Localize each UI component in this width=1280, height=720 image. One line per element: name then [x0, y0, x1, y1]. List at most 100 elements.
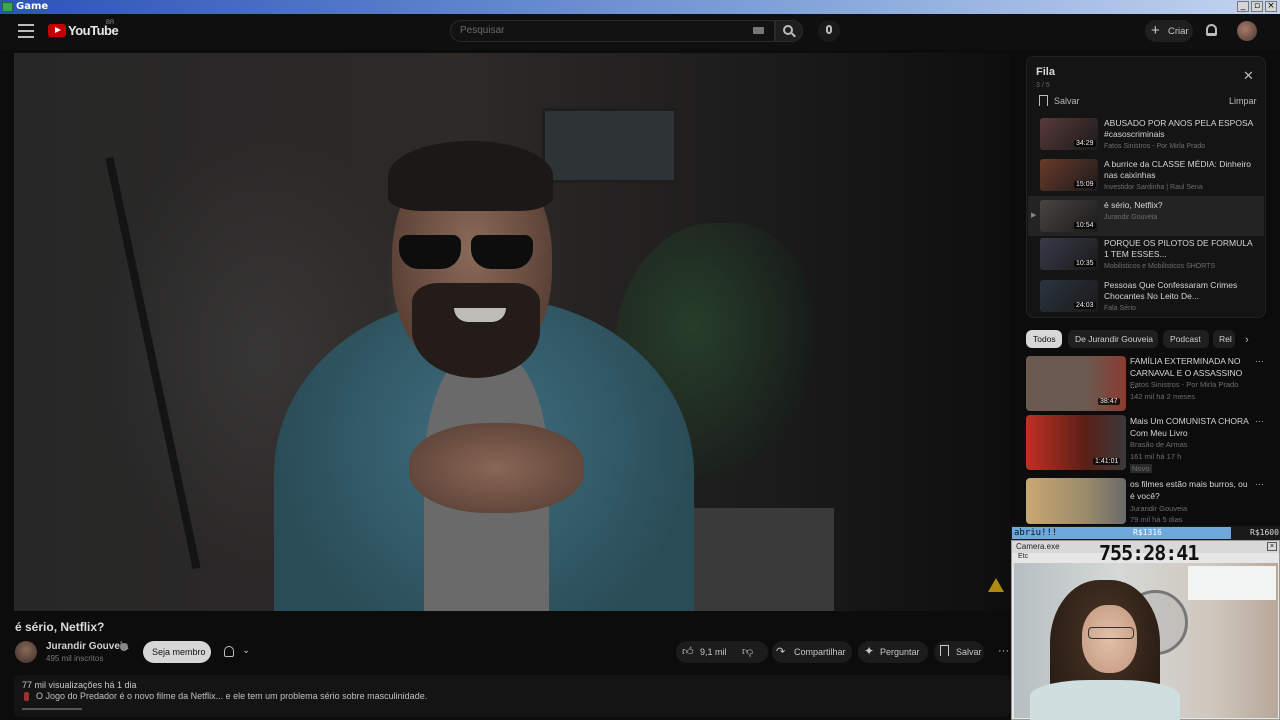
- channel-name[interactable]: Jurandir Gouveia: [46, 641, 128, 652]
- stream-timer: 755:28:41: [1099, 541, 1199, 565]
- chip-label: Todos: [1033, 334, 1056, 344]
- queue-duration: 10:35: [1074, 260, 1096, 267]
- queue-item-channel: Fala Sério: [1104, 305, 1136, 312]
- window-titlebar: [0, 0, 1280, 14]
- like-icon[interactable]: 👍︎: [682, 645, 694, 658]
- queue-duration: 34:29: [1074, 140, 1096, 147]
- queue-item-title: PORQUE OS PILOTOS DE FORMULA 1 TEM ESSES…: [1104, 238, 1253, 259]
- more-vert-icon[interactable]: ⋯: [1255, 479, 1264, 490]
- minimize-button[interactable]: _: [1237, 1, 1249, 12]
- ask-label: Perguntar: [880, 647, 920, 657]
- video-person-hair: [388, 141, 553, 211]
- join-member-label: Seja membro: [152, 647, 206, 657]
- chevron-right-icon[interactable]: ›: [1245, 334, 1249, 346]
- new-badge: Novo: [1130, 464, 1152, 473]
- plus-icon: +: [1151, 22, 1160, 39]
- recommendation-title[interactable]: Mais Um COMUNISTA CHORA Com Meu Livro: [1130, 415, 1250, 439]
- recommendation-duration: 1:41:01: [1093, 458, 1121, 465]
- recommendation-channel[interactable]: Brasão de Armas: [1130, 440, 1188, 449]
- bookmark-icon: [940, 645, 949, 656]
- queue-count: 3 / 5: [1036, 82, 1050, 89]
- user-avatar[interactable]: [1237, 21, 1257, 41]
- play-triangle-icon: [55, 27, 61, 33]
- queue-duration: 10:54: [1074, 222, 1096, 229]
- logo-country-code: BR: [106, 20, 115, 26]
- dislike-icon[interactable]: 👎︎: [742, 645, 753, 658]
- camera-title: Camera.exe: [1016, 542, 1060, 551]
- webcam-person-shirt: [1030, 680, 1180, 720]
- recommendation-meta: 79 mil há 5 dias: [1130, 515, 1183, 524]
- queue-item-title: A burrice da CLASSE MÉDIA: Dinheiro nas …: [1104, 159, 1251, 180]
- queue-item[interactable]: 10:35 PORQUE OS PILOTOS DE FORMULA 1 TEM…: [1028, 234, 1264, 274]
- queue-item[interactable]: 34:29 ABUSADO POR ANOS PELA ESPOSA #caso…: [1028, 114, 1264, 154]
- notifications-bell-icon[interactable]: [1206, 24, 1217, 36]
- video-person-hands: [409, 423, 584, 513]
- close-icon[interactable]: ✕: [1243, 68, 1254, 84]
- queue-duration: 24:03: [1074, 302, 1096, 309]
- camera-menu[interactable]: Etc: [1018, 553, 1028, 560]
- queue-item[interactable]: 15:09 A burrice da CLASSE MÉDIA: Dinheir…: [1028, 155, 1264, 195]
- description-text: O Jogo do Predador é o novo filme da Net…: [36, 691, 428, 701]
- recommendation-title[interactable]: os filmes estão mais burros, ou é você?: [1130, 478, 1250, 502]
- donation-status-text: abriu!!!: [1014, 528, 1058, 538]
- share-label: Compartilhar: [794, 647, 846, 657]
- description-divider: [22, 708, 82, 710]
- webcam-person-glasses: [1088, 627, 1134, 639]
- window-title: Game: [16, 1, 49, 12]
- video-bg-window: [542, 108, 677, 183]
- now-playing-icon: ▶: [1031, 212, 1037, 219]
- queue-item-current[interactable]: 10:54 é sério, Netflix? Jurandir Gouveia: [1028, 196, 1264, 236]
- queue-item-channel: Fatos Sinistros - Por Mirla Prado: [1104, 143, 1206, 150]
- queue-item-channel: Jurandir Gouveia: [1104, 214, 1158, 221]
- queue-item[interactable]: 24:03 Pessoas Que Confessaram Crimes Cho…: [1028, 276, 1264, 316]
- subscription-bell-icon[interactable]: [224, 646, 234, 657]
- channel-avatar[interactable]: [15, 641, 37, 663]
- donation-current: R$1316: [1133, 528, 1162, 537]
- bookmark-icon[interactable]: [1039, 95, 1048, 106]
- chip-label: Podcast: [1170, 334, 1201, 344]
- close-icon[interactable]: ×: [1267, 542, 1277, 551]
- recommendation-duration: 38:47: [1098, 398, 1120, 405]
- recommendation-channel[interactable]: Fatos Sinistros - Por Mirla Prado: [1130, 380, 1238, 389]
- app-icon: [2, 2, 13, 12]
- recommendation-thumbnail[interactable]: [1026, 478, 1126, 524]
- create-label: Criar: [1168, 26, 1189, 37]
- recommendation-channel[interactable]: Jurandir Gouveia: [1130, 504, 1187, 513]
- menu-icon[interactable]: [18, 24, 34, 38]
- warning-icon: [988, 578, 1004, 592]
- queue-item-channel: Investidor Sardinha | Raul Sena: [1104, 184, 1203, 191]
- video-person-beard: [412, 283, 540, 378]
- maximize-button[interactable]: ▫: [1251, 1, 1263, 12]
- queue-item-title: Pessoas Que Confessaram Crimes Chocantes…: [1104, 280, 1238, 301]
- verified-icon: [120, 643, 128, 651]
- save-label: Salvar: [956, 647, 982, 657]
- video-bg-lamp: [105, 156, 201, 570]
- share-icon: ↷: [776, 646, 786, 658]
- video-bg-dresser: [674, 508, 834, 611]
- queue-title: Fila: [1036, 66, 1055, 78]
- webcam-person-face: [1082, 605, 1137, 673]
- pin-icon: [24, 692, 29, 701]
- channel-subscribers: 495 mil inscritos: [46, 654, 104, 663]
- chip-label: De Jurandir Gouveia: [1075, 334, 1153, 344]
- queue-save-label[interactable]: Salvar: [1054, 96, 1080, 106]
- close-window-button[interactable]: ×: [1265, 1, 1277, 12]
- recommendation-meta: 142 mil há 2 meses: [1130, 392, 1196, 401]
- more-vert-icon[interactable]: ⋯: [1255, 356, 1264, 367]
- more-vert-icon[interactable]: ⋯: [1255, 416, 1264, 427]
- webcam-bg-window: [1188, 566, 1276, 600]
- video-player[interactable]: [14, 53, 1010, 611]
- queue-item-channel: Mobilisticos e Mobilisticos SHORTS: [1104, 263, 1216, 270]
- sparkle-icon: ✦: [864, 644, 875, 658]
- more-actions-icon[interactable]: ···: [998, 645, 1009, 657]
- queue-item-title: é sério, Netflix?: [1104, 200, 1163, 210]
- video-title: é sério, Netflix?: [15, 620, 105, 634]
- views-date: 77 mil visualizações há 1 dia: [22, 680, 137, 690]
- chip-label: Rel: [1219, 334, 1232, 344]
- keyboard-icon[interactable]: [753, 27, 764, 34]
- video-person-smile: [454, 308, 506, 322]
- queue-clear-button[interactable]: Limpar: [1229, 96, 1257, 106]
- donation-goal: R$1600: [1250, 528, 1279, 537]
- chevron-down-icon[interactable]: ⌄: [242, 645, 250, 656]
- like-count[interactable]: 9,1 mil: [700, 647, 727, 657]
